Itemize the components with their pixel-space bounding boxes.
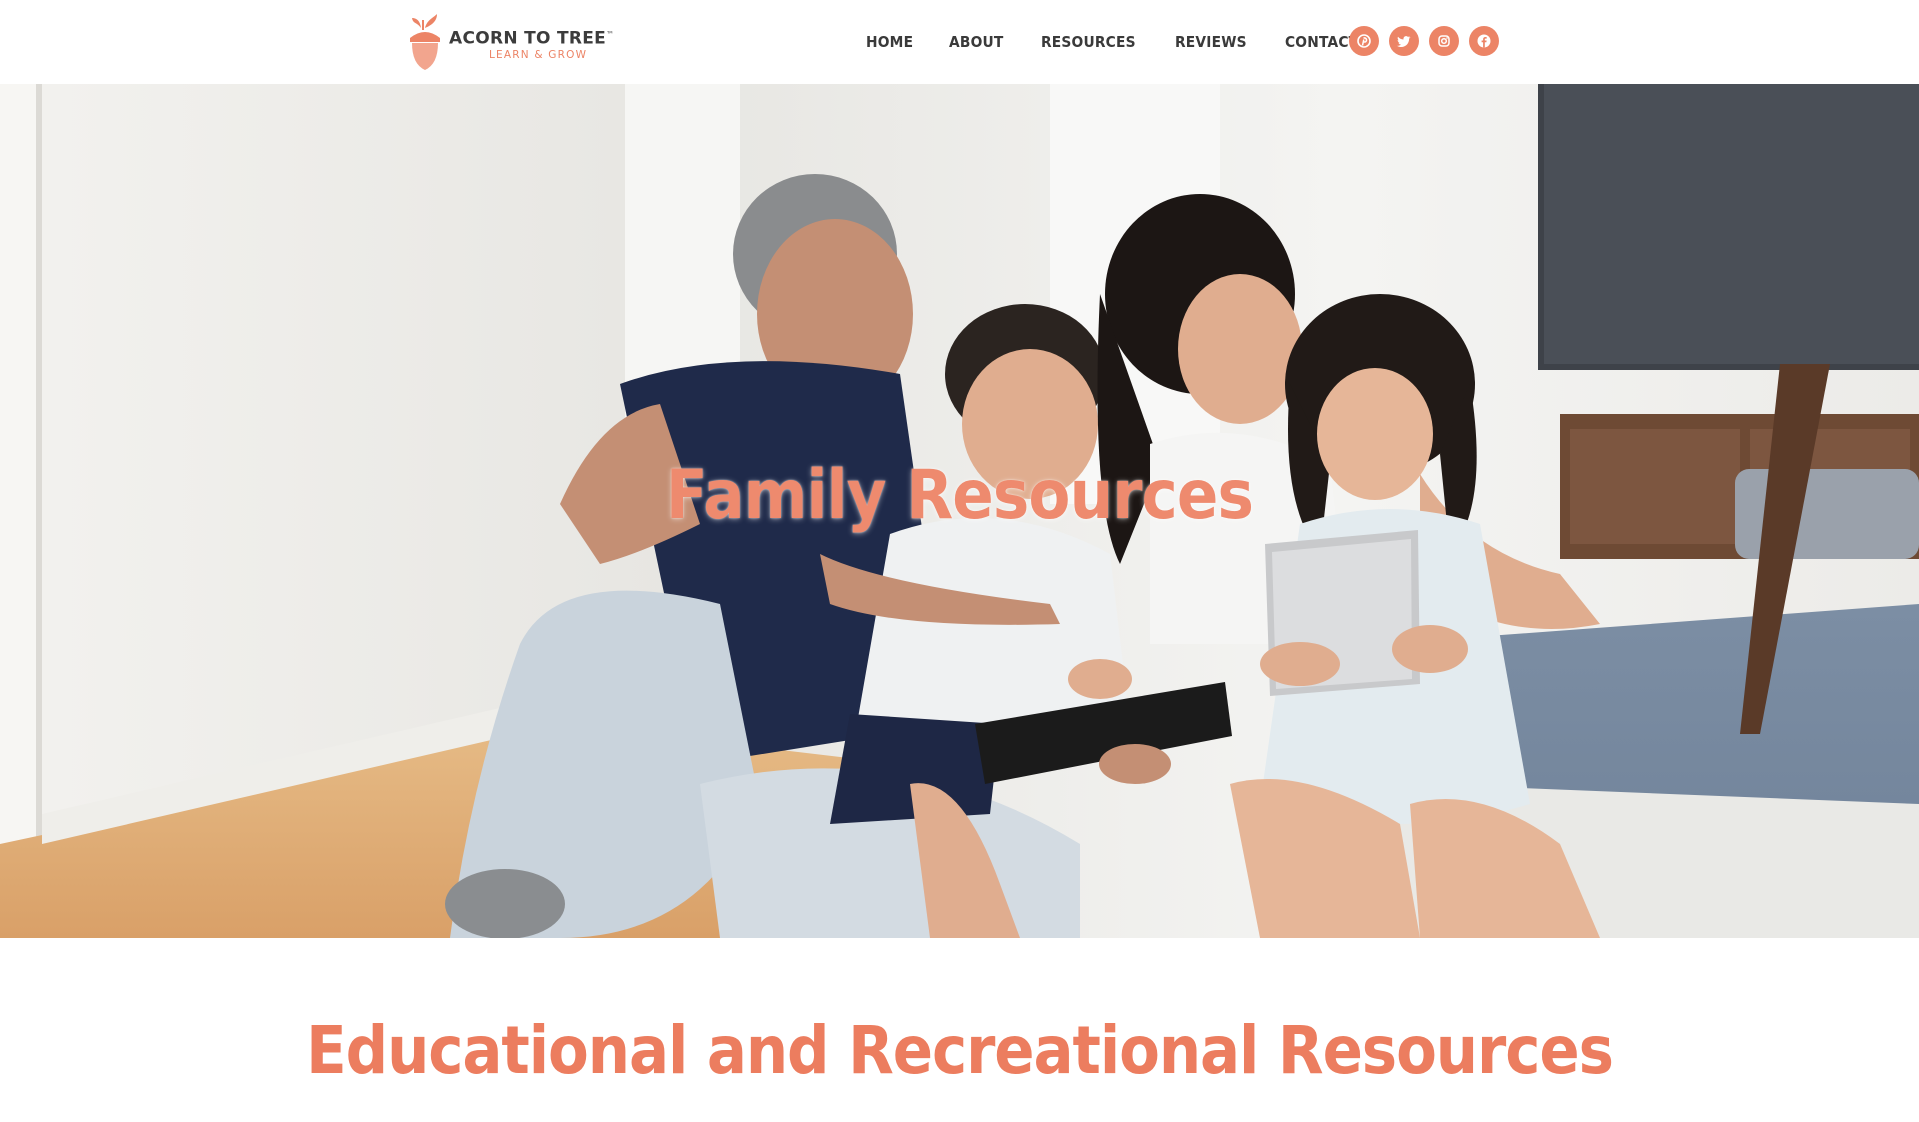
- pinterest-icon[interactable]: [1349, 26, 1379, 56]
- brand-name: ACORN TO TREE™: [449, 28, 615, 49]
- nav-home[interactable]: HOME: [866, 33, 913, 51]
- twitter-icon[interactable]: [1389, 26, 1419, 56]
- social-links: [1349, 26, 1509, 56]
- nav-reviews[interactable]: REVIEWS: [1175, 33, 1247, 51]
- instagram-icon[interactable]: [1429, 26, 1459, 56]
- nav-resources[interactable]: RESOURCES: [1041, 33, 1136, 51]
- site-header: ACORN TO TREE™ LEARN & GROW HOME ABOUT R…: [0, 0, 1919, 84]
- section-heading: Educational and Recreational Resources: [306, 1012, 1614, 1089]
- site-logo[interactable]: ACORN TO TREE™ LEARN & GROW: [407, 12, 637, 74]
- main-nav: HOME ABOUT RESOURCES REVIEWS CONTACT: [866, 0, 1397, 84]
- hero-title: Family Resources: [665, 456, 1254, 535]
- facebook-icon[interactable]: [1469, 26, 1499, 56]
- nav-about[interactable]: ABOUT: [949, 33, 1003, 51]
- nav-contact[interactable]: CONTACT: [1285, 33, 1358, 51]
- hero-banner: Family Resources: [0, 84, 1919, 938]
- acorn-logo-icon: [407, 12, 443, 74]
- brand-tagline: LEARN & GROW: [489, 48, 588, 61]
